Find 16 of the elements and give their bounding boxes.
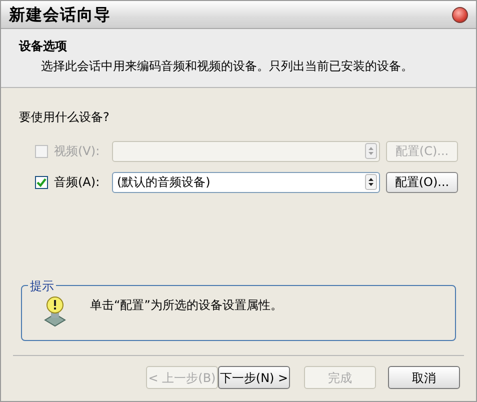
section-subtitle: 选择此会话中用来编码音频和视频的设备。只列出当前已安装的设备。 bbox=[40, 58, 414, 75]
close-button[interactable] bbox=[452, 6, 468, 22]
device-dropdown[interactable]: (默认的音频设备) bbox=[112, 172, 380, 192]
tip-text: 单击“配置”为所选的设备设置属性。 bbox=[90, 297, 282, 314]
device-label: 音频(A): bbox=[54, 174, 101, 191]
checkbox[interactable] bbox=[35, 176, 48, 188]
configure-button[interactable]: 配置(O)... bbox=[386, 172, 458, 192]
spinner-arrows-icon[interactable] bbox=[365, 174, 377, 190]
device-label: 视频(V): bbox=[54, 143, 101, 160]
wizard-button[interactable]: 下一步(N) > bbox=[218, 366, 290, 389]
section-title: 设备选项 bbox=[19, 38, 68, 55]
wizard-button[interactable]: 取消 bbox=[388, 366, 460, 389]
lightbulb-icon bbox=[44, 296, 66, 328]
question-label: 要使用什么设备? bbox=[19, 109, 110, 126]
tip-title: 提示 bbox=[28, 277, 56, 295]
window-title: 新建会话向导 bbox=[9, 4, 111, 26]
